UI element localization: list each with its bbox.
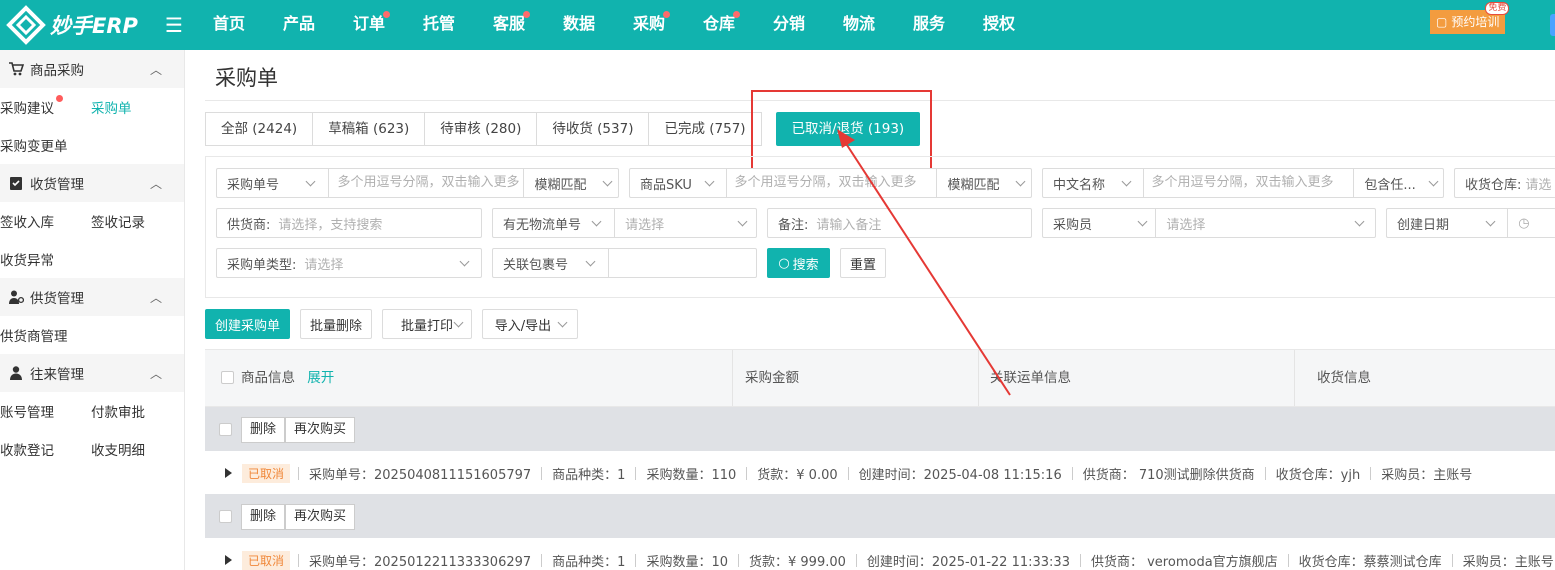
sidebar-row: 采购变更单	[0, 126, 184, 164]
top-navbar: 妙手ERP ☰ 首页 产品 订单 托管 客服 数据 采购 仓库 分销 物流 服务 授权 ▢ 预约培训 …	[0, 0, 1555, 50]
user-icon	[8, 365, 24, 381]
main-nav: 首页 产品 订单 托管 客服 数据 采购 仓库 分销 物流 服务 授权	[194, 0, 1034, 50]
main-content: 采购单 全部 (2424) 草稿箱 (623) 待审核 (280) 待收货 (537)…	[205, 50, 1555, 570]
nav-item[interactable]: 数据	[544, 0, 614, 50]
annotation-arrow	[837, 129, 1011, 396]
sidebar-item[interactable]: 收货异常	[0, 249, 91, 269]
sidebar-group-header[interactable]: 往来管理 ︿	[0, 354, 184, 392]
notification-dot	[56, 95, 63, 102]
nav-item[interactable]: 产品	[264, 0, 334, 50]
sidebar-item[interactable]: 采购单	[91, 97, 182, 117]
sidebar-item[interactable]: 收款登记	[0, 439, 91, 459]
sidebar-item[interactable]: 供货商管理	[0, 325, 91, 345]
chevron-up-icon: ︿	[149, 367, 162, 381]
supplier-icon	[8, 289, 25, 305]
nav-item[interactable]: 托管	[404, 0, 474, 50]
nav-item[interactable]: 授权	[964, 0, 1034, 50]
sidebar-row: 账号管理 付款审批	[0, 392, 184, 430]
logo-text: 妙手ERP	[50, 14, 138, 38]
nav-item[interactable]: 客服	[474, 0, 544, 50]
logo[interactable]: 妙手ERP	[0, 5, 150, 45]
free-badge: 免费	[1485, 2, 1510, 15]
menu-toggle-icon[interactable]: ☰	[154, 13, 194, 37]
notification-dot	[383, 11, 390, 18]
nav-item[interactable]: 物流	[824, 0, 894, 50]
cart-icon	[8, 61, 25, 77]
sidebar-item[interactable]: 采购建议	[0, 95, 91, 117]
sidebar-row: 供货商管理	[0, 316, 184, 354]
training-button[interactable]: ▢ 预约培训 免费	[1430, 2, 1510, 34]
clipboard-check-icon	[8, 175, 24, 191]
notification-dot	[523, 11, 530, 18]
sidebar-row: 收货异常	[0, 240, 184, 278]
logo-diamond-icon	[6, 5, 46, 45]
sidebar-group-header[interactable]: 商品采购 ︿	[0, 50, 184, 88]
chevron-up-icon: ︿	[149, 63, 162, 77]
notification-dot	[733, 11, 740, 18]
nav-item[interactable]: 仓库	[684, 0, 754, 50]
sidebar-item[interactable]: 采购变更单	[0, 135, 91, 155]
sidebar-item[interactable]: 付款审批	[91, 401, 182, 421]
nav-item[interactable]: 分销	[754, 0, 824, 50]
chevron-up-icon: ︿	[149, 177, 162, 191]
sidebar-item[interactable]: 账号管理	[0, 401, 91, 421]
side-panel-button[interactable]	[1550, 14, 1555, 36]
sidebar-item[interactable]: 签收记录	[91, 211, 182, 231]
nav-item[interactable]: 首页	[194, 0, 264, 50]
nav-item[interactable]: 服务	[894, 0, 964, 50]
sidebar-row: 签收入库 签收记录	[0, 202, 184, 240]
sidebar-row: 采购建议 采购单	[0, 88, 184, 126]
nav-item[interactable]: 采购	[614, 0, 684, 50]
nav-item[interactable]: 订单	[334, 0, 404, 50]
sidebar-group-header[interactable]: 供货管理 ︿	[0, 278, 184, 316]
calendar-icon: ▢	[1436, 15, 1448, 29]
sidebar: 商品采购 ︿ 采购建议 采购单 采购变更单 收货管理 ︿ 签收入库 签收记录 收货异常 供货管理 ︿ 供…	[0, 50, 185, 570]
sidebar-item[interactable]: 签收入库	[0, 211, 91, 231]
chevron-up-icon: ︿	[149, 291, 162, 305]
sidebar-item[interactable]: 收支明细	[91, 439, 182, 459]
sidebar-row: 收款登记 收支明细	[0, 430, 184, 468]
sidebar-group-header[interactable]: 收货管理 ︿	[0, 164, 184, 202]
notification-dot	[663, 11, 670, 18]
